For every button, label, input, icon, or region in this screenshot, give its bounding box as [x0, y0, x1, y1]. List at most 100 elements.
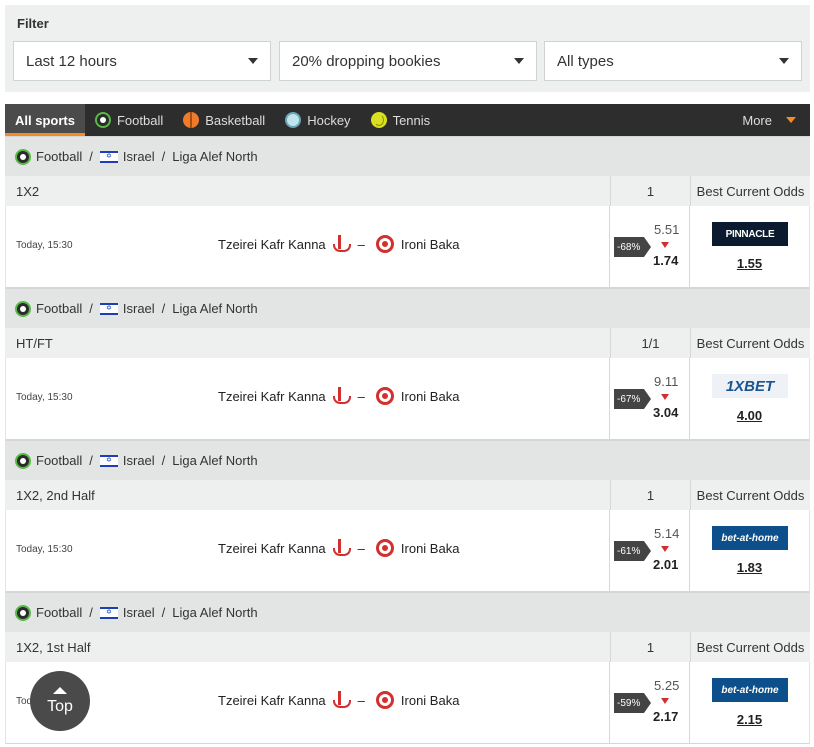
market-header-row: 1X2 1 Best Current Odds — [5, 176, 810, 206]
more-sports-button[interactable]: More — [732, 104, 810, 136]
match-teams[interactable]: Tzeirei Kafr Kanna – Ironi Baka — [218, 539, 459, 557]
arrow-up-icon — [53, 686, 67, 694]
home-team-crest-icon — [332, 691, 351, 709]
back-to-top-button[interactable]: Top — [30, 671, 90, 731]
football-icon — [15, 300, 31, 317]
best-odds-header: Best Current Odds — [690, 480, 810, 510]
best-odds-header: Best Current Odds — [690, 328, 810, 358]
outcome-label: 1 — [610, 480, 690, 510]
home-team-crest-icon — [332, 539, 351, 557]
filter-title: Filter — [17, 16, 49, 31]
opening-odd: 5.14 — [654, 526, 680, 541]
israel-flag-icon: ✡ — [99, 150, 118, 163]
market-name: 1X2, 1st Half — [16, 639, 91, 655]
tab-football[interactable]: Football — [85, 104, 173, 136]
basketball-icon — [183, 112, 200, 128]
arrow-down-icon — [661, 242, 669, 248]
drop-threshold-value: 20% dropping bookies — [292, 52, 441, 70]
event-block: Football / ✡ Israel / Liga Alef North 1X… — [5, 136, 810, 288]
match-time: Today, 15:30 — [16, 544, 73, 555]
time-range-value: Last 12 hours — [26, 52, 117, 70]
more-label: More — [742, 112, 772, 128]
breadcrumb-sport[interactable]: Football — [36, 453, 82, 468]
current-odd: 2.01 — [653, 557, 679, 572]
home-team: Tzeirei Kafr Kanna — [218, 236, 326, 252]
breadcrumb-country[interactable]: Israel — [123, 453, 155, 468]
football-icon — [15, 148, 31, 165]
match-teams[interactable]: Tzeirei Kafr Kanna – Ironi Baka — [218, 691, 459, 709]
best-odd-link[interactable]: 1.83 — [690, 560, 809, 575]
tennis-icon — [370, 112, 387, 128]
chevron-down-icon — [248, 58, 258, 64]
best-odds-cell: bet-at-home 2.15 — [689, 662, 809, 743]
football-icon — [94, 112, 111, 128]
match-teams[interactable]: Tzeirei Kafr Kanna – Ironi Baka — [218, 235, 459, 253]
odds-movement[interactable]: -61% 5.14 2.01 — [609, 510, 689, 591]
breadcrumb-country[interactable]: Israel — [123, 149, 155, 164]
time-range-select[interactable]: Last 12 hours — [13, 41, 271, 81]
breadcrumb-league[interactable]: Liga Alef North — [172, 605, 257, 620]
tab-label: All sports — [15, 112, 75, 128]
away-team-crest-icon — [375, 691, 394, 709]
drop-percent-badge: -68% — [614, 237, 652, 257]
breadcrumb-sport[interactable]: Football — [36, 301, 82, 316]
football-icon — [15, 452, 31, 469]
bookmaker-logo[interactable]: PINNACLE — [712, 222, 788, 246]
market-name: HT/FT — [16, 335, 53, 351]
bookmaker-logo[interactable]: bet-at-home — [712, 526, 788, 550]
event-block: Football / ✡ Israel / Liga Alef North 1X… — [5, 440, 810, 592]
odds-movement[interactable]: -67% 9.11 3.04 — [609, 358, 689, 439]
breadcrumb: Football / ✡ Israel / Liga Alef North — [5, 136, 810, 176]
best-odd-link[interactable]: 2.15 — [690, 712, 809, 727]
best-odds-header: Best Current Odds — [690, 176, 810, 206]
breadcrumb-sport[interactable]: Football — [36, 605, 82, 620]
bookmaker-logo[interactable]: 1XBET — [712, 374, 788, 398]
best-odds-cell: PINNACLE 1.55 — [689, 206, 809, 287]
breadcrumb: Football / ✡ Israel / Liga Alef North — [5, 440, 810, 480]
drop-threshold-select[interactable]: 20% dropping bookies — [279, 41, 537, 81]
outcome-label: 1/1 — [610, 328, 690, 358]
breadcrumb-country[interactable]: Israel — [123, 301, 155, 316]
match-row[interactable]: Today, 15:30 Tzeirei Kafr Kanna – Ironi … — [5, 662, 810, 744]
home-team: Tzeirei Kafr Kanna — [218, 388, 326, 404]
odds-movement[interactable]: -68% 5.51 1.74 — [609, 206, 689, 287]
israel-flag-icon: ✡ — [99, 302, 118, 315]
tab-hockey[interactable]: Hockey — [275, 104, 360, 136]
away-team-crest-icon — [375, 387, 394, 405]
odds-movement[interactable]: -59% 5.25 2.17 — [609, 662, 689, 743]
match-row[interactable]: Today, 15:30 Tzeirei Kafr Kanna – Ironi … — [5, 206, 810, 288]
tab-label: Football — [116, 112, 164, 128]
breadcrumb-league[interactable]: Liga Alef North — [172, 301, 257, 316]
home-team: Tzeirei Kafr Kanna — [218, 540, 326, 556]
breadcrumb-sport[interactable]: Football — [36, 149, 82, 164]
bookmaker-logo[interactable]: bet-at-home — [712, 678, 788, 702]
breadcrumb-country[interactable]: Israel — [123, 605, 155, 620]
tab-all-sports[interactable]: All sports — [5, 104, 85, 136]
opening-odd: 5.51 — [654, 222, 680, 237]
best-odd-link[interactable]: 4.00 — [690, 408, 809, 423]
match-teams[interactable]: Tzeirei Kafr Kanna – Ironi Baka — [218, 387, 459, 405]
match-row[interactable]: Today, 15:30 Tzeirei Kafr Kanna – Ironi … — [5, 358, 810, 440]
football-icon — [15, 604, 31, 621]
best-odds-cell: 1XBET 4.00 — [689, 358, 809, 439]
event-block: Football / ✡ Israel / Liga Alef North 1X… — [5, 592, 810, 744]
market-header-row: 1X2, 1st Half 1 Best Current Odds — [5, 632, 810, 662]
away-team: Ironi Baka — [400, 388, 460, 404]
drop-percent-badge: -59% — [614, 693, 652, 713]
breadcrumb-league[interactable]: Liga Alef North — [172, 149, 257, 164]
away-team: Ironi Baka — [400, 236, 460, 252]
tab-basketball[interactable]: Basketball — [173, 104, 275, 136]
market-type-select[interactable]: All types — [544, 41, 802, 81]
israel-flag-icon: ✡ — [99, 454, 118, 467]
home-team: Tzeirei Kafr Kanna — [218, 692, 326, 708]
arrow-down-icon — [661, 546, 669, 552]
match-row[interactable]: Today, 15:30 Tzeirei Kafr Kanna – Ironi … — [5, 510, 810, 592]
best-odd-link[interactable]: 1.55 — [690, 256, 809, 271]
outcome-label: 1 — [610, 632, 690, 662]
arrow-down-icon — [661, 698, 669, 704]
tab-tennis[interactable]: Tennis — [361, 104, 441, 136]
breadcrumb-league[interactable]: Liga Alef North — [172, 453, 257, 468]
opening-odd: 5.25 — [654, 678, 680, 693]
market-header-row: HT/FT 1/1 Best Current Odds — [5, 328, 810, 358]
market-name: 1X2, 2nd Half — [16, 487, 95, 503]
